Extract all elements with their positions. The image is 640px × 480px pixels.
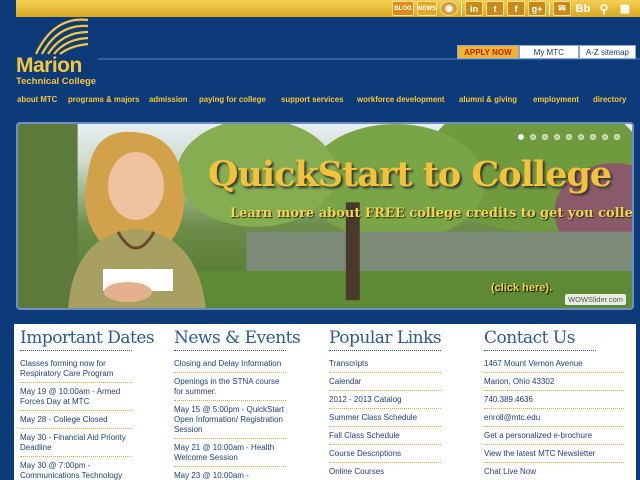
list-item[interactable]: Summer Class Schedule bbox=[329, 411, 441, 427]
home-content-columns: Important Dates Classes forming now for … bbox=[14, 324, 636, 480]
nav-alumni-giving[interactable]: alumni & giving bbox=[459, 95, 517, 104]
logo-arcs-icon bbox=[35, 18, 89, 55]
blog-icon[interactable]: BLOG bbox=[392, 1, 414, 16]
divider bbox=[549, 1, 550, 16]
list-item: 740.389.4636 bbox=[484, 393, 624, 409]
hero-click-here-link[interactable]: (click here). bbox=[491, 282, 552, 294]
nav-paying-for-college[interactable]: paying for college bbox=[199, 95, 266, 104]
nav-support-services[interactable]: support services bbox=[281, 95, 343, 104]
slide-dot[interactable] bbox=[566, 134, 572, 140]
important-dates-heading: Important Dates bbox=[20, 328, 155, 348]
list-item[interactable]: May 15 @ 5:00pm - QuickStart Open Inform… bbox=[174, 403, 286, 439]
college-name: Marion bbox=[16, 54, 82, 77]
photo-icon[interactable]: ◉ bbox=[440, 1, 458, 16]
list-item[interactable]: May 23 @ 10:00am - bbox=[174, 469, 286, 480]
list-item[interactable]: May 28 - College Closed bbox=[20, 413, 132, 429]
list-item[interactable]: May 21 @ 10:00am - Health Welcome Sessio… bbox=[174, 441, 286, 467]
list-item: 1467 Mount Vernon Avenue bbox=[484, 357, 624, 373]
news-events-column: News & Events Closing and Delay Informat… bbox=[174, 324, 324, 480]
slide-dot[interactable] bbox=[554, 134, 560, 140]
apply-now-tab[interactable]: APPLY NOW bbox=[457, 45, 519, 59]
list-item: Marion, Ohio 43302 bbox=[484, 375, 624, 391]
google-plus-icon[interactable]: g+ bbox=[528, 1, 546, 16]
student-photo bbox=[68, 131, 206, 308]
list-item[interactable]: Openings in the STNA course for summer. bbox=[174, 375, 286, 401]
az-sitemap-tab[interactable]: A-Z sitemap bbox=[578, 45, 636, 59]
social-icons-bar: BLOG NEWS ◉ in t f g+ ✉ Bb ⚲ ▦ bbox=[392, 0, 634, 17]
twitter-icon[interactable]: t bbox=[486, 1, 504, 16]
slide-dot[interactable] bbox=[614, 134, 620, 140]
important-dates-column: Important Dates Classes forming now for … bbox=[20, 324, 170, 480]
list-item[interactable]: View the latest MTC Newsletter bbox=[484, 447, 624, 463]
email-icon[interactable]: ✉ bbox=[553, 1, 571, 16]
slide-dot[interactable] bbox=[518, 134, 524, 140]
search-icon[interactable]: ⚲ bbox=[595, 1, 613, 16]
blackboard-icon[interactable]: Bb bbox=[574, 1, 592, 16]
divider bbox=[461, 1, 462, 16]
news-icon[interactable]: NEWS bbox=[417, 1, 437, 16]
nav-about-mtc[interactable]: about MTC bbox=[17, 95, 57, 104]
heading-underline bbox=[329, 350, 441, 351]
slide-dot[interactable] bbox=[602, 134, 608, 140]
calendar-icon[interactable]: ▦ bbox=[616, 1, 634, 16]
list-item[interactable]: 2012 - 2013 Catalog bbox=[329, 393, 441, 409]
contact-us-heading: Contact Us bbox=[484, 328, 575, 348]
list-item[interactable]: Classes forming now for Respiratory Care… bbox=[20, 357, 132, 383]
college-subtitle: Technical College bbox=[16, 76, 97, 87]
nav-directory[interactable]: directory bbox=[593, 95, 626, 104]
top-utility-strip: BLOG NEWS ◉ in t f g+ ✉ Bb ⚲ ▦ bbox=[0, 0, 640, 17]
list-item[interactable]: Online Courses bbox=[329, 465, 441, 480]
news-events-heading: News & Events bbox=[174, 328, 301, 348]
main-navigation: about MTC programs & majors admission pa… bbox=[0, 95, 640, 111]
contact-us-column: Contact Us 1467 Mount Vernon Avenue Mari… bbox=[484, 324, 634, 480]
list-item[interactable]: Closing and Delay Information bbox=[174, 357, 286, 373]
popular-links-heading: Popular Links bbox=[329, 328, 442, 348]
list-item[interactable]: Transcripts bbox=[329, 357, 441, 373]
popular-links-column: Popular Links Transcripts Calendar 2012 … bbox=[329, 324, 479, 480]
slide-indicators bbox=[518, 134, 620, 140]
heading-underline bbox=[484, 350, 596, 351]
nav-workforce-development[interactable]: workforce development bbox=[357, 95, 445, 104]
list-item[interactable]: Get a personalized e-brochure bbox=[484, 429, 624, 445]
hero-title: QuickStart to College bbox=[208, 154, 612, 195]
slide-dot[interactable] bbox=[542, 134, 548, 140]
college-logo[interactable]: Marion Technical College bbox=[14, 14, 96, 89]
slide-dot[interactable] bbox=[578, 134, 584, 140]
list-item[interactable]: May 19 @ 10:00am - Armed Forces Day at M… bbox=[20, 385, 132, 411]
slide-dot[interactable] bbox=[590, 134, 596, 140]
list-item[interactable]: enroll@mtc.edu bbox=[484, 411, 624, 427]
slider-watermark[interactable]: WOWSlider.com bbox=[564, 294, 626, 305]
list-item[interactable]: Course Descriptions bbox=[329, 447, 441, 463]
slide-dot[interactable] bbox=[530, 134, 536, 140]
nav-admission[interactable]: admission bbox=[149, 95, 188, 104]
list-item[interactable]: May 30 - Financial Aid Priority Deadline bbox=[20, 431, 132, 457]
nav-employment[interactable]: employment bbox=[533, 95, 579, 104]
hero-slider[interactable]: QuickStart to College Learn more about F… bbox=[16, 122, 634, 310]
nav-programs-majors[interactable]: programs & majors bbox=[68, 95, 140, 104]
my-mtc-tab[interactable]: My MTC bbox=[518, 45, 579, 59]
list-item[interactable]: Calendar bbox=[329, 375, 441, 391]
heading-underline bbox=[174, 350, 286, 351]
facebook-icon[interactable]: f bbox=[507, 1, 525, 16]
utility-tabs: APPLY NOW My MTC A-Z sitemap bbox=[457, 45, 636, 59]
list-item[interactable]: Chat Live Now bbox=[484, 465, 624, 480]
list-item[interactable]: Fall Class Schedule bbox=[329, 429, 441, 445]
hero-subtitle: Learn more about FREE college credits to… bbox=[230, 206, 633, 221]
heading-underline bbox=[20, 350, 132, 351]
linkedin-icon[interactable]: in bbox=[465, 1, 483, 16]
list-item[interactable]: May 30 @ 7:00pm - Communications Technol… bbox=[20, 459, 132, 480]
